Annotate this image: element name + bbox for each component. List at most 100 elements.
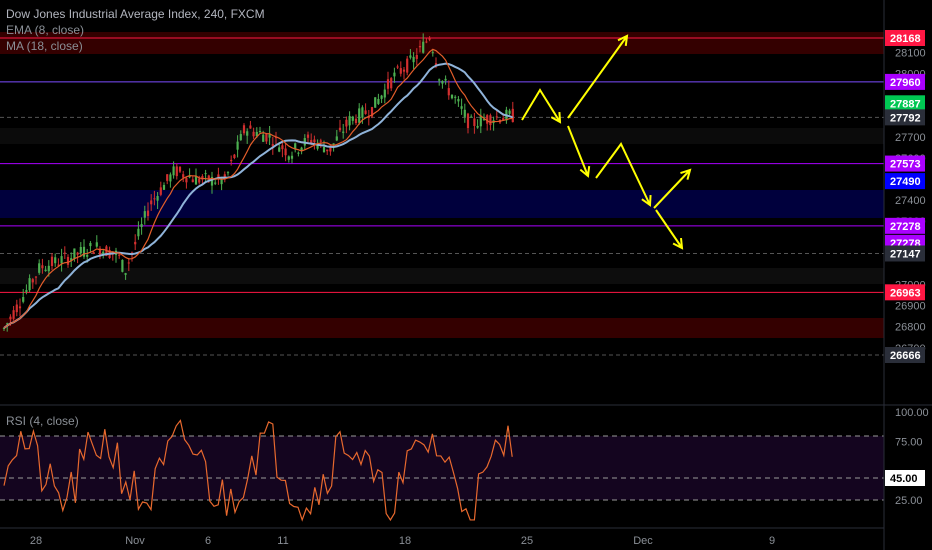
price-tag-label: 26963 [890, 287, 921, 299]
candle-body [454, 96, 457, 98]
rsi-tick-label: 25.00 [895, 495, 923, 507]
candle-body [156, 195, 159, 201]
time-tick-label: Nov [125, 535, 145, 547]
candle-body [444, 78, 447, 81]
candle-body [140, 224, 143, 228]
candle-body [15, 304, 18, 313]
candle-body [390, 78, 393, 89]
chart-canvas[interactable]: 2810028000277002760027400273002700026900… [0, 0, 932, 550]
candle-body [393, 72, 396, 77]
price-tag-label: 27490 [890, 176, 921, 188]
candle-body [143, 211, 146, 218]
price-axis[interactable]: 2810028000277002760027400273002700026900… [895, 47, 926, 354]
candle-body [31, 279, 34, 283]
price-tick-label: 28100 [895, 47, 926, 59]
candle-body [41, 265, 44, 269]
candle-body [463, 109, 466, 117]
candle-body [348, 116, 351, 126]
candle-body [460, 106, 463, 109]
price-tick-label: 26800 [895, 322, 926, 334]
candle-body [322, 146, 326, 153]
candle-body [249, 125, 252, 129]
candle-body [95, 242, 98, 247]
time-tick-label: 9 [769, 535, 775, 547]
candle-body [422, 41, 425, 53]
candle-body [470, 116, 473, 118]
candle-body [89, 243, 92, 247]
candle-body [22, 297, 25, 302]
candle-body [319, 140, 322, 142]
candle-body [166, 174, 169, 181]
candle-body [172, 166, 175, 176]
candle-body [252, 131, 255, 137]
candle-body [313, 139, 316, 143]
candle-body [450, 94, 454, 99]
candle-body [34, 276, 38, 278]
neutral-zone-2 [0, 128, 884, 144]
candle-body [134, 241, 137, 245]
candle-body [342, 131, 345, 133]
candle-body [178, 166, 182, 172]
candle-body [338, 127, 342, 131]
time-tick-label: 28 [30, 535, 42, 547]
candle-body [495, 116, 498, 118]
rsi-legend[interactable]: RSI (4, close) [6, 413, 79, 429]
candle-body [246, 131, 249, 136]
time-axis[interactable]: 28 Nov 6 11 18 25 Dec 9 [30, 535, 775, 547]
candle-body [290, 155, 294, 159]
chart-legend[interactable]: Dow Jones Industrial Average Index, 240,… [6, 6, 265, 54]
candle-body [169, 174, 172, 182]
ema-line [3, 48, 513, 329]
time-tick-label: 18 [399, 535, 411, 547]
candle-body [345, 119, 348, 127]
candle-body [466, 113, 470, 129]
candle-body [281, 145, 284, 150]
candle-body [287, 156, 290, 160]
ma-legend[interactable]: MA (18, close) [6, 38, 265, 54]
candle-body [191, 179, 194, 183]
ema-legend[interactable]: EMA (8, close) [6, 22, 265, 38]
candle-body [258, 131, 262, 133]
candle-body [399, 68, 402, 74]
candle-body [428, 38, 431, 40]
candle-body [76, 252, 79, 255]
candle-body [402, 69, 406, 72]
candle-body [73, 248, 76, 259]
candle-body [265, 133, 268, 142]
candle-body [79, 247, 82, 254]
candle-body [226, 172, 230, 174]
candle-body [489, 115, 492, 126]
price-tick-label: 27700 [895, 132, 926, 144]
price-tag-label: 27887 [890, 98, 921, 110]
candle-body [127, 262, 130, 264]
candle-body [38, 263, 41, 273]
candle-body [198, 178, 201, 183]
candle-body [415, 54, 418, 59]
price-tag-label: 28168 [890, 33, 921, 45]
candle-body [406, 58, 409, 73]
candle-body [412, 56, 415, 63]
candle-body [447, 88, 450, 96]
candle-body [374, 97, 377, 108]
symbol-title[interactable]: Dow Jones Industrial Average Index, 240,… [6, 6, 265, 22]
candle-body [380, 95, 383, 99]
candle-body [150, 200, 153, 205]
candle-body [82, 246, 86, 257]
candle-body [233, 154, 236, 159]
candle-body [441, 80, 444, 84]
price-tick-label: 27400 [895, 195, 926, 207]
candle-body [137, 228, 140, 237]
candle-body [204, 173, 207, 175]
candle-body [361, 107, 364, 118]
candle-body [364, 110, 367, 114]
support-zone-blue [0, 190, 884, 218]
rsi-axis[interactable]: 100.00 75.00 25.00 45.00 [885, 407, 929, 507]
candle-body [162, 184, 166, 190]
candle-body [12, 310, 15, 319]
candle-body [54, 257, 57, 264]
candle-body [214, 182, 217, 184]
candle-body [354, 118, 358, 124]
candle-body [473, 118, 476, 126]
candle-body [262, 134, 265, 142]
candle-body [124, 273, 127, 275]
